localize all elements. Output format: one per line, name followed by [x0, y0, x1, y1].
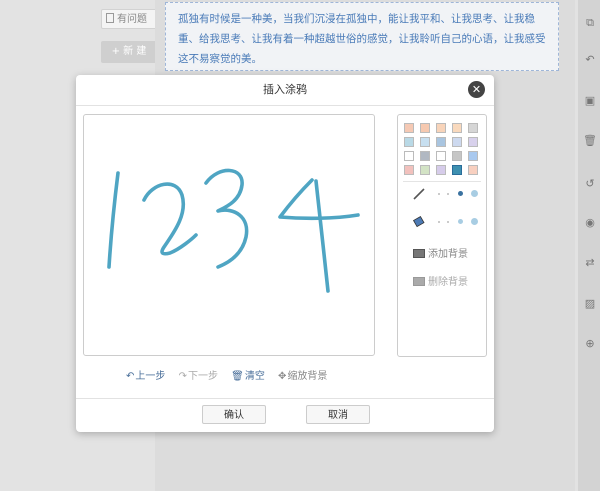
preview-icon[interactable]: ◉ — [580, 213, 600, 233]
pen-size-4[interactable] — [471, 190, 478, 197]
drawing-canvas[interactable] — [83, 114, 375, 356]
add-background-button[interactable]: 添加背景 — [413, 245, 468, 260]
clear-label: 清空 — [244, 371, 265, 382]
color-swatch[interactable] — [468, 123, 478, 133]
image-icon — [413, 249, 425, 258]
redo-icon: ↷ — [178, 371, 187, 382]
copy-icon[interactable]: ⧉ — [580, 13, 600, 33]
zoom-background-label: 缩放背景 — [287, 371, 328, 382]
stroke-digit-2 — [142, 182, 198, 256]
trash-icon: 🗑 — [231, 371, 244, 382]
undo-action[interactable]: ↶上一步 — [126, 367, 165, 382]
right-toolbar: ⧉ ↶ ▣ 🗑 ↺ ◉ ⇄ ▨ ⊕ — [578, 0, 600, 491]
eraser-size-3[interactable] — [458, 219, 463, 224]
dialog-title: 插入涂鸦 — [263, 83, 307, 96]
move-arrows-icon: ✥ — [278, 371, 287, 382]
stroke-digit-3 — [204, 168, 249, 269]
color-swatch[interactable] — [468, 165, 478, 175]
issue-button-label: 有问题 — [117, 14, 147, 25]
doodle-action-bar: ↶上一步 ↷下一步 🗑清空 ✥缩放背景 — [126, 367, 337, 383]
color-swatch-grid — [401, 123, 483, 179]
redo-label: 下一步 — [187, 371, 218, 382]
delete-icon[interactable]: 🗑 — [580, 131, 600, 151]
cancel-button[interactable]: 取消 — [306, 405, 370, 424]
confirm-button[interactable]: 确认 — [202, 405, 266, 424]
color-swatch[interactable] — [452, 123, 462, 133]
color-swatch[interactable] — [404, 165, 414, 175]
color-swatch[interactable] — [404, 151, 414, 161]
palette-panel: 添加背景 删除背景 — [397, 114, 487, 357]
document-icon — [106, 13, 114, 23]
color-swatch[interactable] — [404, 123, 414, 133]
pen-size-row — [412, 187, 482, 201]
doodle-strokes — [107, 168, 360, 293]
text-block[interactable]: 孤独有时候是一种美，当我们沉浸在孤独中，能让我平和、让我思考、让我稳重、给我思考… — [165, 2, 559, 71]
pen-size-3[interactable] — [458, 191, 463, 196]
color-swatch[interactable] — [420, 123, 430, 133]
color-swatch[interactable] — [420, 165, 430, 175]
eraser-size-1[interactable] — [438, 221, 440, 223]
color-swatch[interactable] — [468, 137, 478, 147]
image-icon[interactable]: ▨ — [580, 294, 600, 314]
pen-size-2[interactable] — [447, 193, 449, 195]
remove-background-label: 删除背景 — [428, 277, 468, 288]
color-swatch[interactable] — [436, 123, 446, 133]
title-divider — [76, 105, 494, 106]
eraser-size-4[interactable] — [471, 218, 478, 225]
color-swatch[interactable] — [420, 151, 430, 161]
color-swatch[interactable] — [436, 137, 446, 147]
history-icon[interactable]: ↺ — [580, 174, 600, 194]
zoom-background-action[interactable]: ✥缩放背景 — [278, 367, 327, 382]
redo-action[interactable]: ↷下一步 — [179, 367, 218, 382]
image-icon — [413, 277, 425, 286]
zoom-icon[interactable]: ⊕ — [580, 334, 600, 354]
remove-background-button[interactable]: 删除背景 — [413, 273, 468, 288]
footer-divider — [76, 398, 494, 399]
save-icon[interactable]: ▣ — [580, 91, 600, 111]
undo-label: 上一步 — [135, 371, 166, 382]
swap-icon[interactable]: ⇄ — [580, 253, 600, 273]
color-swatch[interactable] — [452, 151, 462, 161]
clear-action[interactable]: 🗑清空 — [231, 367, 265, 382]
stroke-digit-1 — [107, 171, 120, 269]
issue-button[interactable]: 有问题 — [101, 9, 157, 29]
undo-icon[interactable]: ↶ — [580, 50, 600, 70]
new-button[interactable]: + 新 建 — [101, 41, 157, 63]
eraser-icon[interactable] — [412, 215, 426, 229]
eraser-size-row — [412, 215, 482, 229]
close-icon[interactable]: ✕ — [468, 81, 485, 98]
doodle-dialog: 插入涂鸦 ✕ 添加背景 删除背景 ↶上一步 ↷下一步 🗑清空 ✥缩放背景 确认 … — [76, 75, 494, 432]
eraser-size-2[interactable] — [447, 221, 449, 223]
color-swatch[interactable] — [468, 151, 478, 161]
color-swatch[interactable] — [436, 165, 446, 175]
color-swatch[interactable] — [452, 165, 462, 175]
color-swatch[interactable] — [436, 151, 446, 161]
color-swatch[interactable] — [404, 137, 414, 147]
pen-size-1[interactable] — [438, 193, 440, 195]
pen-icon[interactable] — [412, 187, 426, 201]
undo-icon: ↶ — [126, 371, 135, 382]
color-swatch[interactable] — [420, 137, 430, 147]
palette-divider — [403, 181, 481, 182]
color-swatch[interactable] — [452, 137, 462, 147]
add-background-label: 添加背景 — [428, 249, 468, 260]
stroke-digit-4-stem — [314, 179, 330, 293]
